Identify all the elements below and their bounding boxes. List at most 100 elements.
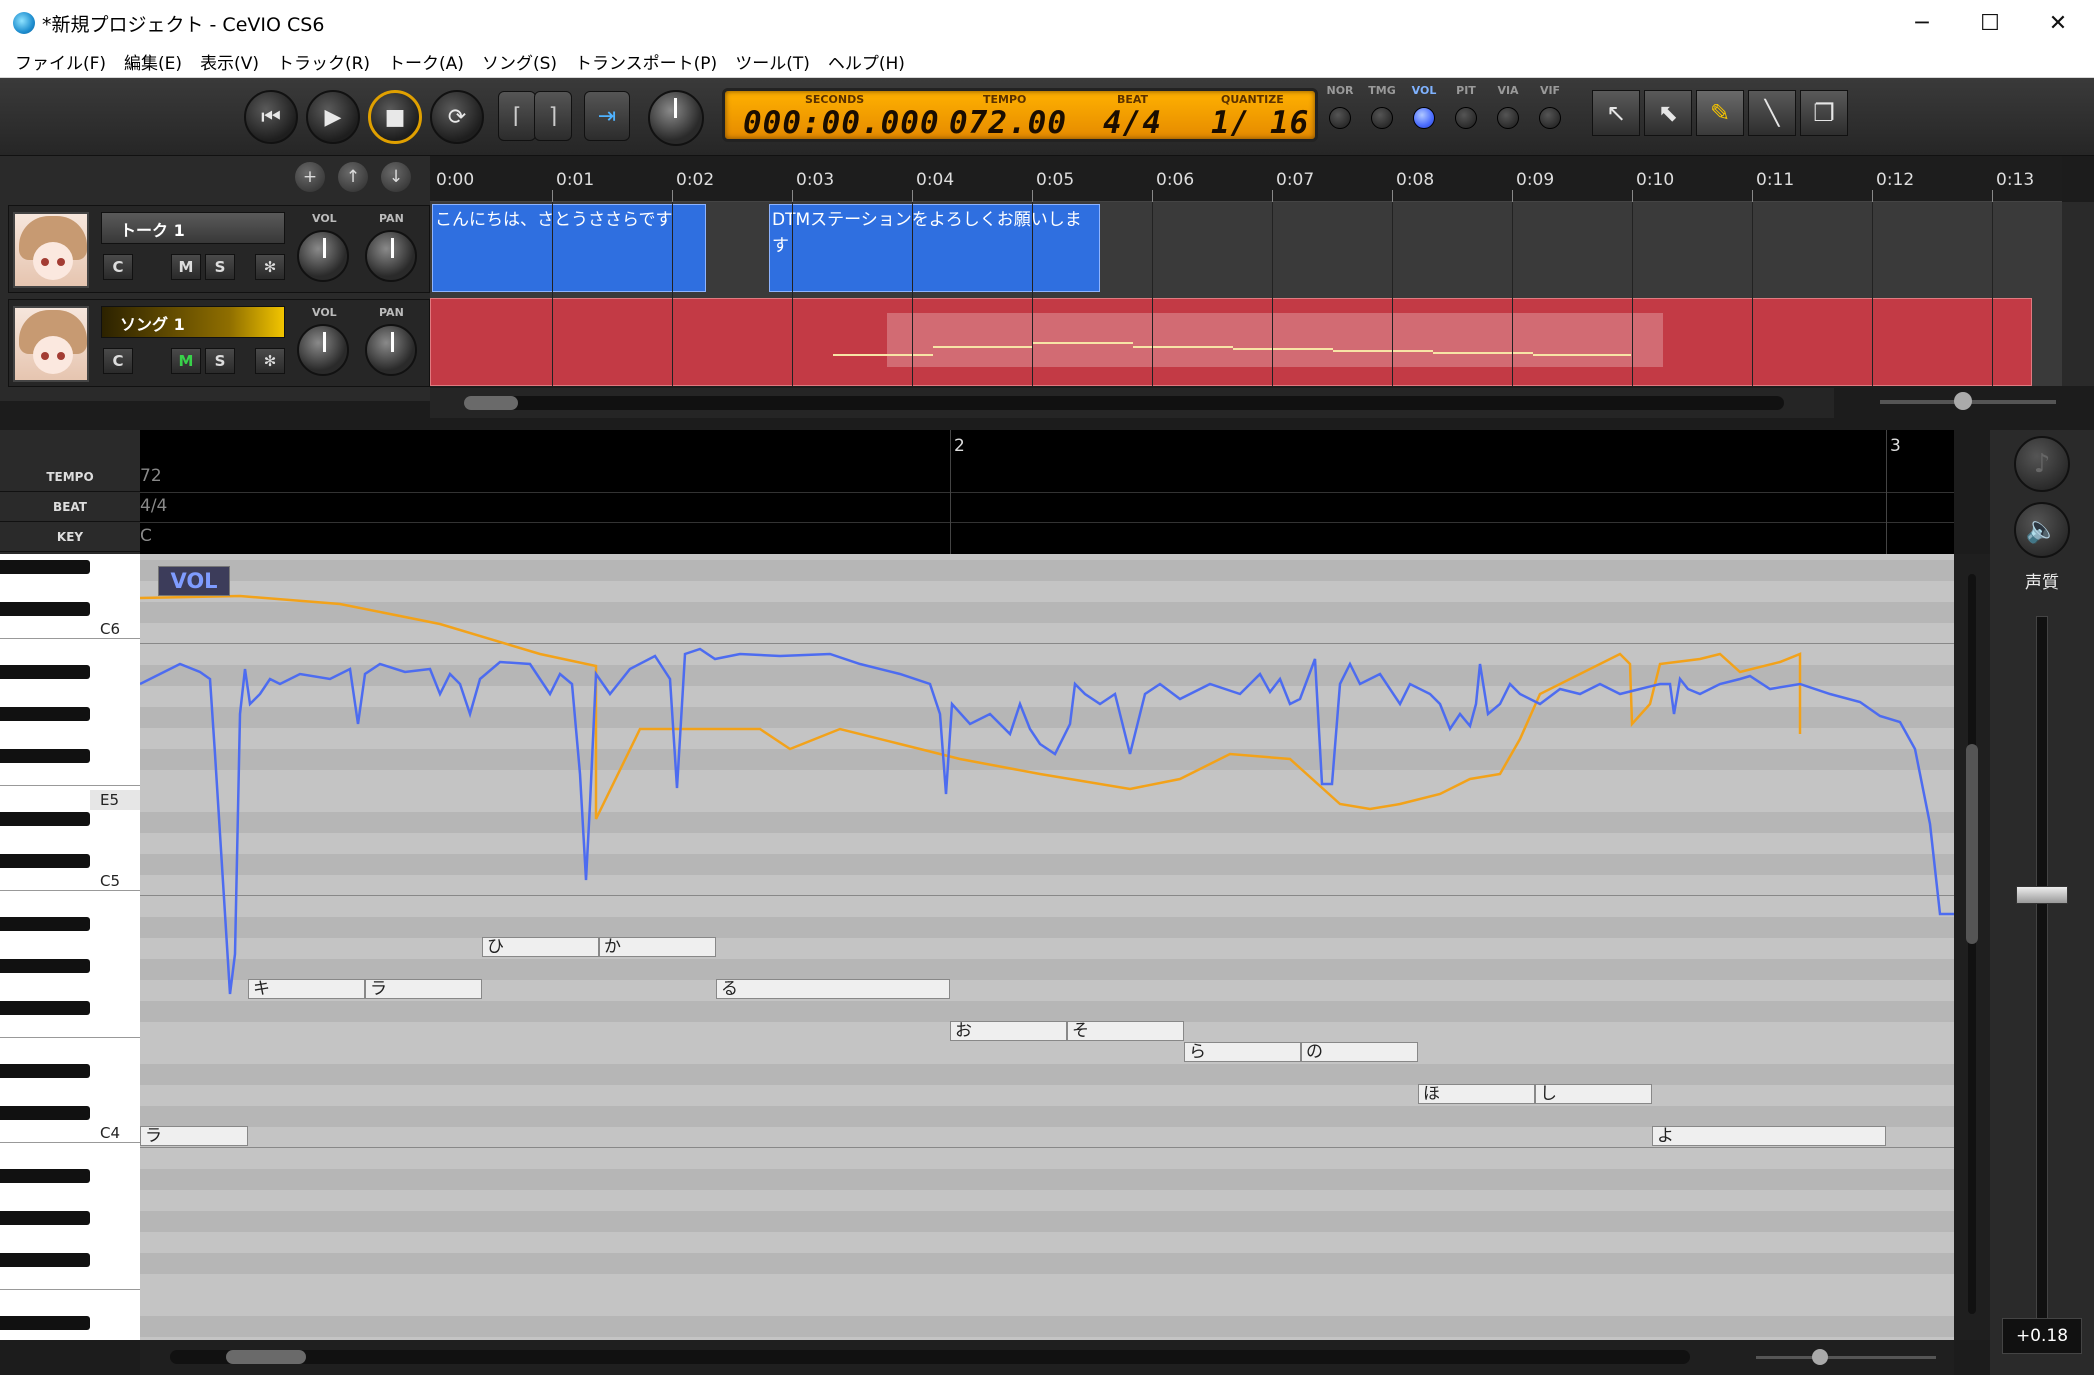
track-name[interactable]: ソング 1: [101, 306, 285, 338]
loop-button[interactable]: ⟳: [430, 90, 484, 144]
track-name[interactable]: トーク 1: [101, 212, 285, 244]
vol-label: VOL: [312, 306, 337, 319]
vscroll-thumb[interactable]: [1966, 744, 1978, 944]
voice-quality-value: +0.18: [2002, 1318, 2082, 1354]
move-track-up-button[interactable]: ↑: [338, 162, 368, 192]
tick: 0:05: [1036, 170, 1075, 190]
solo-button[interactable]: S: [205, 348, 235, 374]
track-hscroll[interactable]: [430, 388, 1834, 418]
maximize-button[interactable]: ☐: [1956, 0, 2024, 46]
tempo-value[interactable]: 72: [140, 466, 162, 486]
pan-knob[interactable]: [365, 230, 417, 282]
vol-knob[interactable]: [297, 230, 349, 282]
solo-button[interactable]: S: [205, 254, 235, 280]
conductor-labels: TEMPO BEAT KEY: [0, 430, 140, 554]
track-song-1[interactable]: ソング 1 C M S ✻ VOL PAN: [8, 299, 430, 387]
play-button[interactable]: ▶: [306, 90, 360, 144]
loop-icon: ⟳: [447, 104, 467, 130]
track-lanes[interactable]: こんにちは、さとうささらです DTMステーションをよろしくお願いします: [430, 202, 2062, 386]
pan-knob[interactable]: [365, 324, 417, 376]
mode-nor[interactable]: NOR: [1321, 84, 1359, 129]
tempo-track-label: TEMPO: [0, 462, 140, 492]
arrow-tool-button[interactable]: ↖: [1592, 90, 1640, 136]
key-track-label: KEY: [0, 522, 140, 552]
settings-button[interactable]: ✻: [255, 348, 285, 374]
windows-icon: ❐: [1813, 99, 1835, 127]
key-c4-label: C4: [100, 1124, 121, 1142]
menu-talk[interactable]: トーク(A): [379, 49, 473, 74]
mode-pit[interactable]: PIT: [1447, 84, 1485, 129]
mode-tmg[interactable]: TMG: [1363, 84, 1401, 129]
minimize-button[interactable]: ─: [1888, 0, 1956, 46]
track-talk-1[interactable]: トーク 1 C M S ✻ VOL PAN: [8, 205, 430, 293]
track-vscroll[interactable]: [2062, 202, 2094, 386]
note-mode-button[interactable]: ♪: [2014, 436, 2070, 492]
vol-knob[interactable]: [297, 324, 349, 376]
mode-nor-indicator: [1329, 107, 1351, 129]
menu-file[interactable]: ファイル(F): [6, 49, 115, 74]
mode-vif[interactable]: VIF: [1531, 84, 1569, 129]
volume-curve: [140, 594, 1802, 820]
piano-keyboard[interactable]: C6 E5 C5 C4: [0, 554, 140, 1340]
menu-song[interactable]: ソング(S): [473, 49, 566, 74]
beat-value[interactable]: 4/4: [140, 496, 167, 516]
pan-label: PAN: [379, 306, 404, 319]
loop-start-button[interactable]: ⌈: [498, 91, 536, 141]
mode-via-label: VIA: [1497, 84, 1519, 97]
settings-button[interactable]: ✻: [255, 254, 285, 280]
pointer-icon: ↖: [1605, 99, 1627, 127]
hscroll-thumb[interactable]: [226, 1350, 306, 1364]
line-tool-button[interactable]: ╲: [1748, 90, 1796, 136]
talk-clip[interactable]: こんにちは、さとうささらです: [432, 204, 706, 292]
move-track-down-button[interactable]: ↓: [381, 162, 411, 192]
piano-roll-hscroll[interactable]: [140, 1340, 1954, 1375]
pencil-tool-button[interactable]: ✎: [1696, 90, 1744, 136]
roll-zoom-handle[interactable]: [1812, 1349, 1828, 1365]
auto-scroll-button[interactable]: ⇥: [584, 91, 630, 141]
menu-track[interactable]: トラック(R): [268, 49, 379, 74]
voice-quality-slider-handle[interactable]: [2016, 886, 2068, 904]
menu-view[interactable]: 表示(V): [191, 49, 268, 74]
mute-button[interactable]: M: [171, 348, 201, 374]
line-icon: ╲: [1764, 99, 1780, 127]
key-c5-label: C5: [100, 872, 121, 890]
tempo-value: 072.00: [949, 105, 1067, 141]
mode-tmg-label: TMG: [1368, 84, 1396, 97]
quantize-value[interactable]: 1/ 16: [1211, 105, 1309, 141]
talk-clip[interactable]: DTMステーションをよろしくお願いします: [769, 204, 1100, 292]
window-tool-button[interactable]: ❐: [1800, 90, 1848, 136]
stop-button[interactable]: ■: [368, 90, 422, 144]
tick: 0:07: [1276, 170, 1315, 190]
piano-roll-editor[interactable]: ラ キ ラ ひ か る お そ ら の ほ し よ: [140, 554, 1954, 1340]
mode-vol-label: VOL: [1411, 84, 1437, 97]
select-tool-button[interactable]: ⬉: [1644, 90, 1692, 136]
voice-mode-button[interactable]: 🔈: [2014, 502, 2070, 558]
talk-avatar: [13, 212, 89, 288]
menu-tools[interactable]: ツール(T): [726, 49, 819, 74]
menu-transport[interactable]: トランスポート(P): [566, 49, 726, 74]
mute-button[interactable]: M: [171, 254, 201, 280]
voice-quality-slider-track[interactable]: [2036, 616, 2048, 1326]
timeline-ruler[interactable]: 0:00 0:01 0:02 0:03 0:04 0:05 0:06 0:07 …: [430, 156, 2062, 202]
mode-vol[interactable]: VOL: [1405, 84, 1443, 129]
piano-roll-vscroll[interactable]: [1954, 554, 1990, 1340]
scroll-thumb[interactable]: [464, 396, 518, 410]
mode-pit-label: PIT: [1456, 84, 1476, 97]
master-volume-knob[interactable]: [648, 90, 704, 146]
track-c-button[interactable]: C: [103, 254, 133, 280]
menu-help[interactable]: ヘルプ(H): [819, 49, 914, 74]
zoom-slider-handle[interactable]: [1954, 392, 1972, 410]
mode-vif-indicator: [1539, 107, 1561, 129]
song-clip[interactable]: [430, 298, 2032, 386]
mode-via[interactable]: VIA: [1489, 84, 1527, 129]
track-c-button[interactable]: C: [103, 348, 133, 374]
add-track-button[interactable]: +: [295, 162, 325, 192]
roll-zoom-slider[interactable]: [1756, 1356, 1936, 1359]
close-button[interactable]: ✕: [2024, 0, 2092, 46]
loop-end-button[interactable]: ⌉: [534, 91, 572, 141]
menu-edit[interactable]: 編集(E): [115, 49, 191, 74]
conductor-area[interactable]: 2 3 72 4/4 C: [140, 430, 1954, 554]
tick: 0:06: [1156, 170, 1195, 190]
rewind-button[interactable]: ⏮: [244, 90, 298, 144]
key-value[interactable]: C: [140, 526, 152, 546]
